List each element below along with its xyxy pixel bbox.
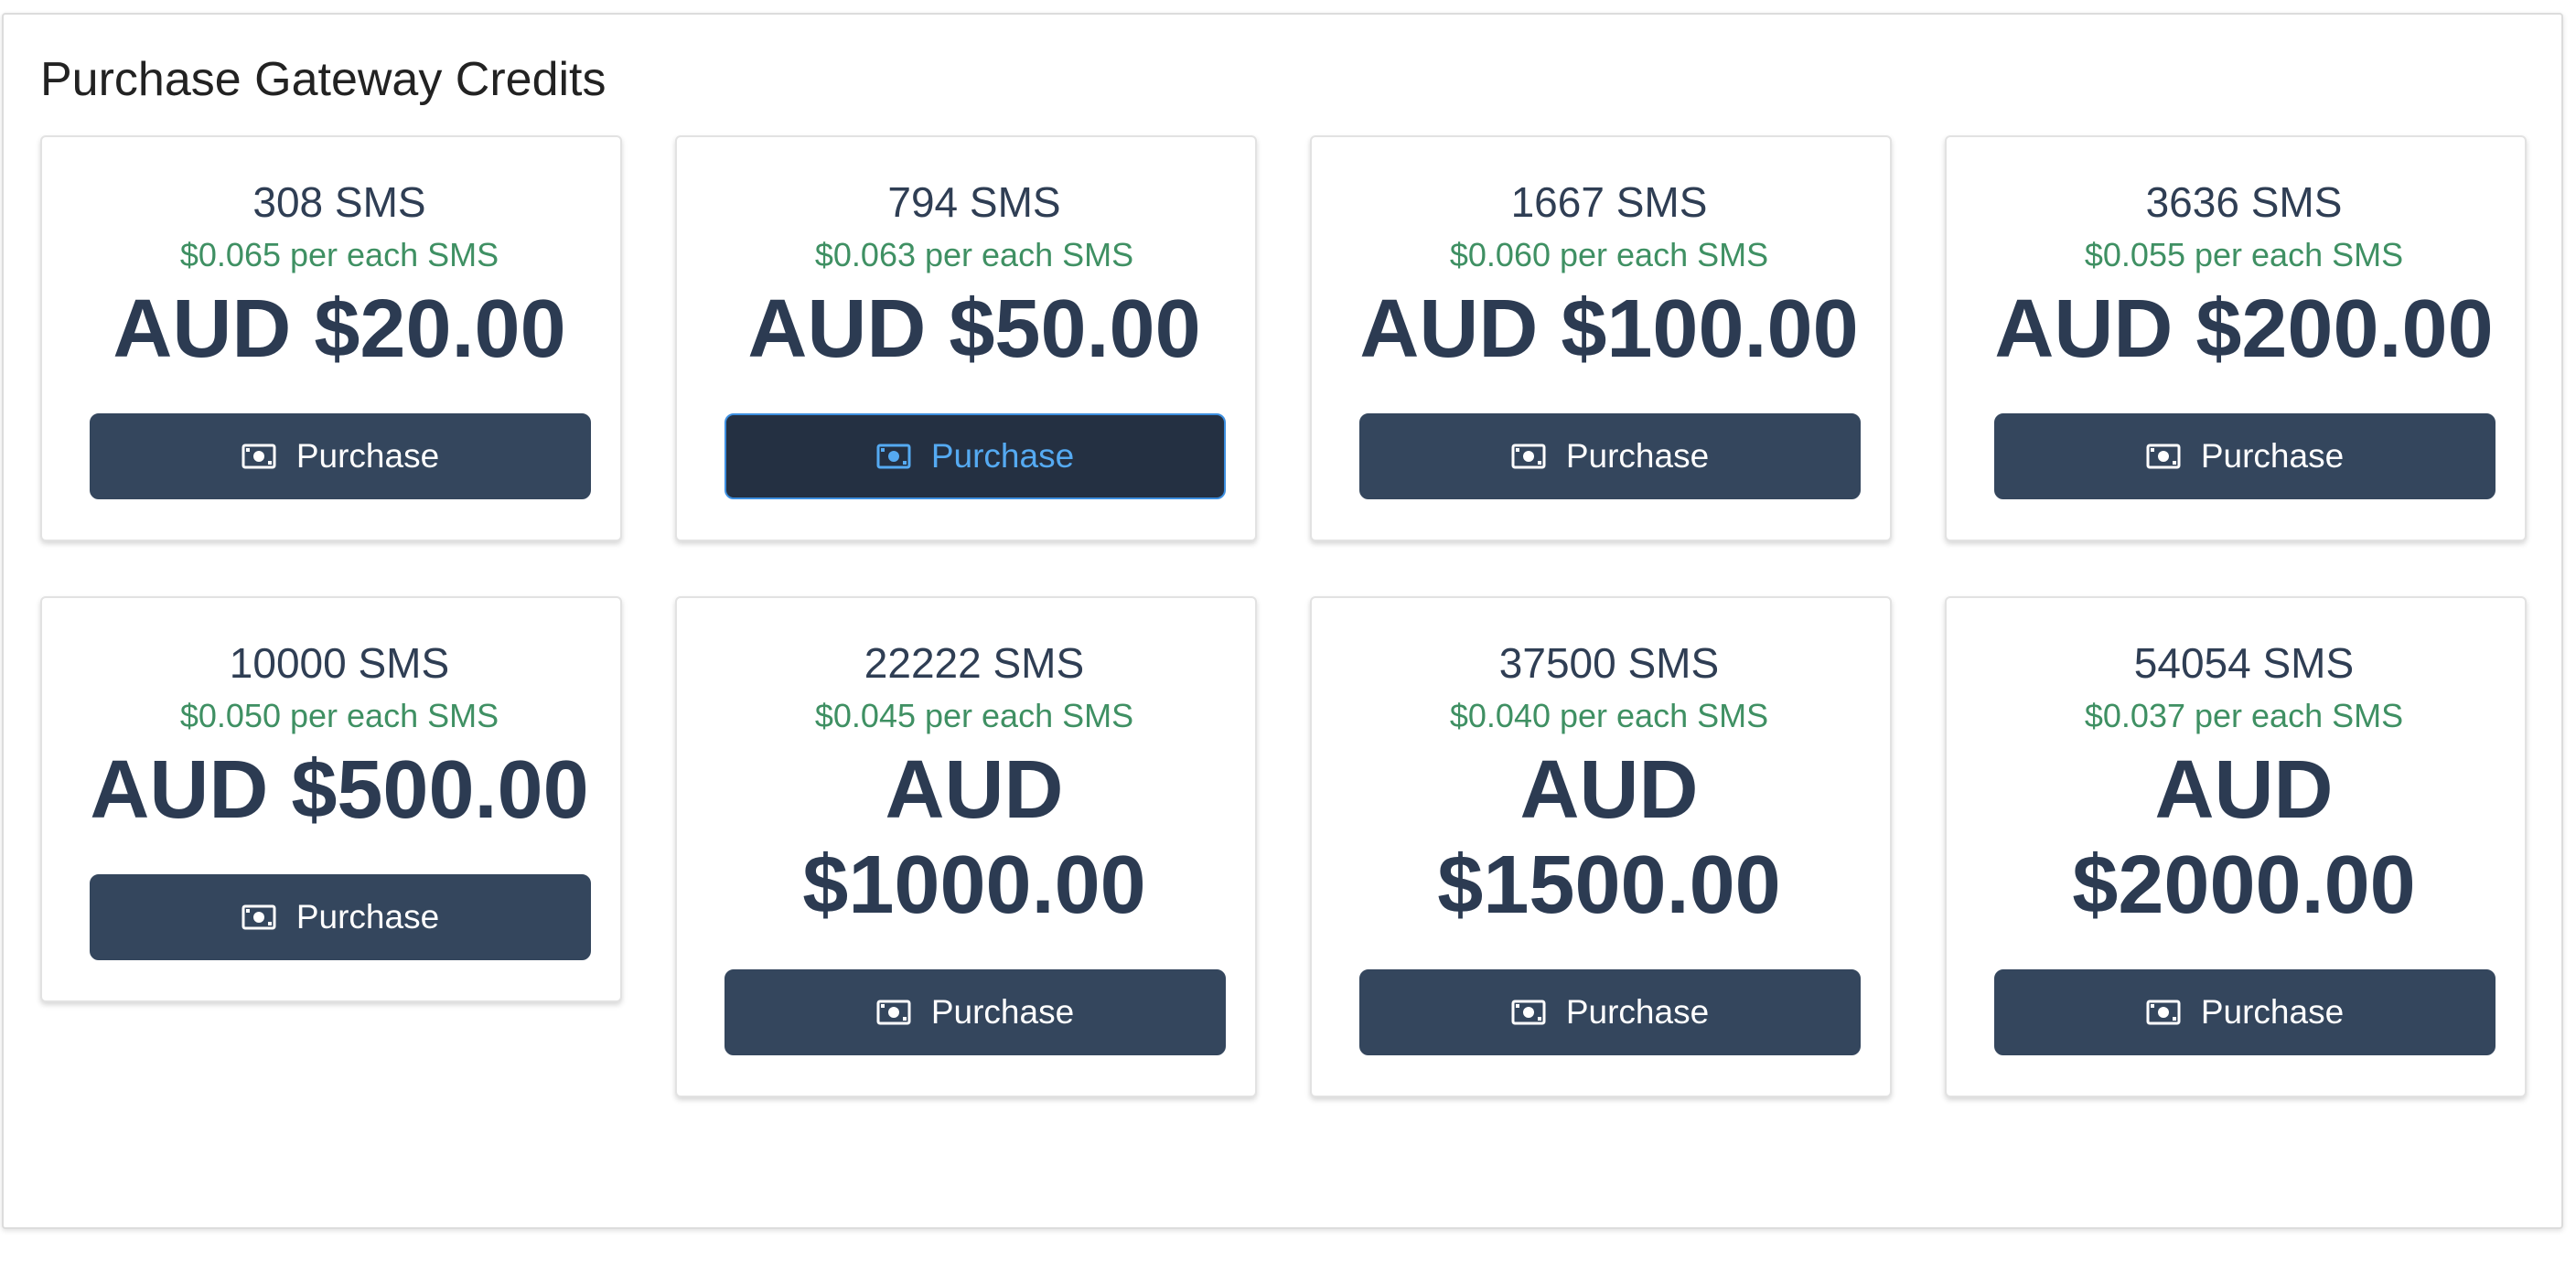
price-line-2: $1500.00 <box>1437 840 1781 931</box>
money-bill-icon <box>242 904 276 930</box>
purchase-credits-panel: Purchase Gateway Credits 308 SMS $0.065 … <box>2 13 2563 1229</box>
package-card-3636: 3636 SMS $0.055 per each SMS AUD $200.00… <box>1945 135 2527 541</box>
sms-count: 308 SMS <box>252 178 426 226</box>
package-card-10000: 10000 SMS $0.050 per each SMS AUD $500.0… <box>40 596 622 1002</box>
purchase-button[interactable]: Purchase <box>90 874 591 960</box>
money-bill-icon <box>876 1000 911 1025</box>
per-sms-rate: $0.065 per each SMS <box>179 236 499 273</box>
per-sms-rate: $0.060 per each SMS <box>1449 236 1769 273</box>
money-bill-icon <box>242 444 276 469</box>
price-line-2: $1000.00 <box>802 840 1146 931</box>
purchase-button-label: Purchase <box>295 898 440 936</box>
money-bill-icon <box>876 444 911 469</box>
sms-count: 3636 SMS <box>2145 178 2343 226</box>
sms-count: 37500 SMS <box>1498 639 1720 687</box>
sms-count: 794 SMS <box>887 178 1061 226</box>
purchase-button-label: Purchase <box>930 993 1075 1031</box>
purchase-button-label: Purchase <box>2200 437 2345 475</box>
package-price: AUD $200.00 <box>1994 282 2494 377</box>
per-sms-rate: $0.055 per each SMS <box>2084 236 2404 273</box>
package-price: AUD $500.00 <box>90 743 589 838</box>
package-price: AUD $20.00 <box>90 282 589 377</box>
price-line-1: AUD $500.00 <box>90 744 589 836</box>
money-bill-icon <box>1511 1000 1546 1025</box>
money-bill-icon <box>1511 444 1546 469</box>
package-card-37500: 37500 SMS $0.040 per each SMS AUD $1500.… <box>1310 596 1892 1097</box>
purchase-button[interactable]: Purchase <box>1359 413 1861 499</box>
sms-count: 22222 SMS <box>864 639 1085 687</box>
sms-count: 1667 SMS <box>1510 178 1708 226</box>
price-line-1: AUD $100.00 <box>1359 283 1859 375</box>
sms-count: 10000 SMS <box>229 639 450 687</box>
package-price: AUD $50.00 <box>724 282 1224 377</box>
per-sms-rate: $0.063 per each SMS <box>814 236 1134 273</box>
purchase-button[interactable]: Purchase <box>724 969 1226 1055</box>
purchase-button-label: Purchase <box>1565 993 1710 1031</box>
package-grid: 308 SMS $0.065 per each SMS AUD $20.00 P… <box>40 135 2528 1097</box>
purchase-button[interactable]: Purchase <box>724 413 1226 499</box>
package-price: AUD $2000.00 <box>1994 743 2494 933</box>
purchase-button[interactable]: Purchase <box>1994 969 2496 1055</box>
price-line-1: AUD <box>885 744 1064 836</box>
purchase-button-label: Purchase <box>1565 437 1710 475</box>
package-card-1667: 1667 SMS $0.060 per each SMS AUD $100.00… <box>1310 135 1892 541</box>
money-bill-icon <box>2146 1000 2181 1025</box>
money-bill-icon <box>2146 444 2181 469</box>
price-line-1: AUD $50.00 <box>747 283 1201 375</box>
page-title: Purchase Gateway Credits <box>40 53 606 106</box>
per-sms-rate: $0.040 per each SMS <box>1449 697 1769 734</box>
purchase-button[interactable]: Purchase <box>90 413 591 499</box>
price-line-1: AUD $200.00 <box>1994 283 2494 375</box>
package-card-308: 308 SMS $0.065 per each SMS AUD $20.00 P… <box>40 135 622 541</box>
purchase-button[interactable]: Purchase <box>1359 969 1861 1055</box>
sms-count: 54054 SMS <box>2133 639 2355 687</box>
price-line-1: AUD <box>1519 744 1699 836</box>
purchase-button-label: Purchase <box>295 437 440 475</box>
purchase-button[interactable]: Purchase <box>1994 413 2496 499</box>
per-sms-rate: $0.037 per each SMS <box>2084 697 2404 734</box>
purchase-button-label: Purchase <box>930 437 1075 475</box>
per-sms-rate: $0.045 per each SMS <box>814 697 1134 734</box>
package-price: AUD $1000.00 <box>724 743 1224 933</box>
per-sms-rate: $0.050 per each SMS <box>179 697 499 734</box>
price-line-1: AUD $20.00 <box>113 283 566 375</box>
price-line-2: $2000.00 <box>2072 840 2416 931</box>
package-price: AUD $1500.00 <box>1359 743 1859 933</box>
package-card-22222: 22222 SMS $0.045 per each SMS AUD $1000.… <box>675 596 1257 1097</box>
package-price: AUD $100.00 <box>1359 282 1859 377</box>
purchase-button-label: Purchase <box>2200 993 2345 1031</box>
price-line-1: AUD <box>2154 744 2334 836</box>
package-card-54054: 54054 SMS $0.037 per each SMS AUD $2000.… <box>1945 596 2527 1097</box>
package-card-794: 794 SMS $0.063 per each SMS AUD $50.00 P… <box>675 135 1257 541</box>
